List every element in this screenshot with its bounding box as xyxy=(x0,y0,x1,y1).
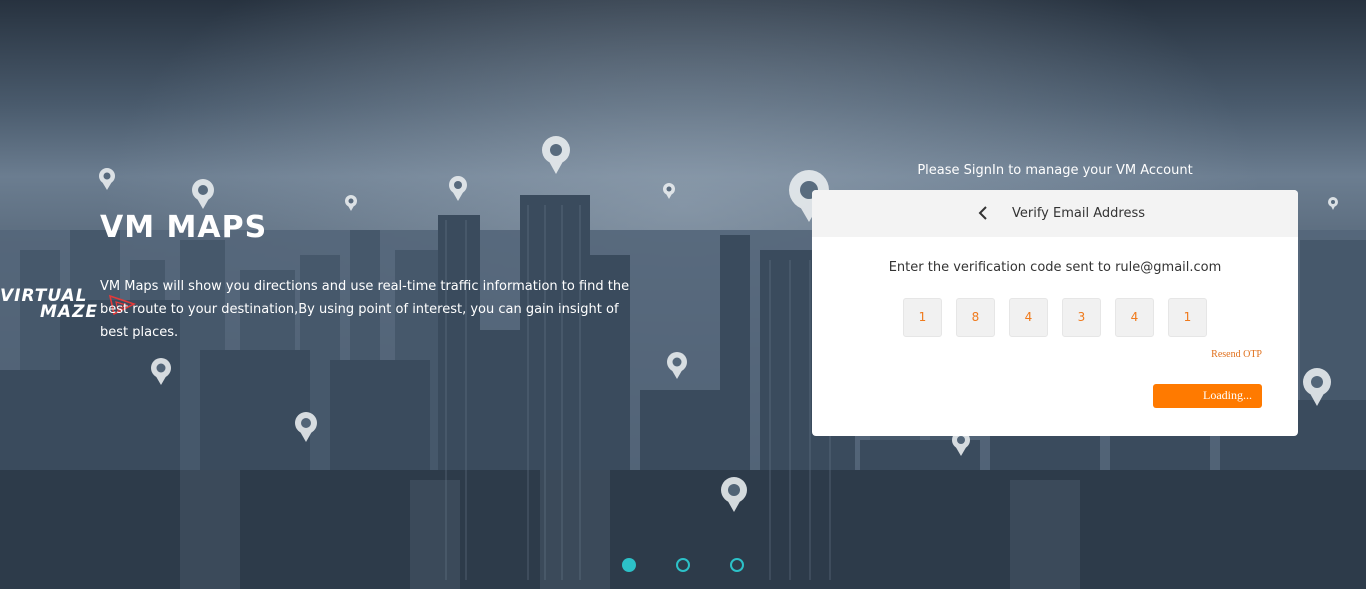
chevron-left-icon xyxy=(978,206,987,220)
carousel-dot-1[interactable] xyxy=(622,558,636,572)
otp-digit-4[interactable]: 3 xyxy=(1062,298,1101,337)
carousel-dot-2[interactable] xyxy=(676,558,690,572)
submit-button[interactable]: Loading... xyxy=(1153,384,1262,408)
card-header: Verify Email Address xyxy=(812,190,1298,237)
carousel-indicators xyxy=(620,558,750,574)
signin-caption: Please SignIn to manage your VM Account xyxy=(917,163,1193,178)
otp-digit-5[interactable]: 4 xyxy=(1115,298,1154,337)
resend-otp-link[interactable]: Resend OTP xyxy=(1211,349,1262,360)
otp-digit-2[interactable]: 8 xyxy=(956,298,995,337)
otp-digit-6[interactable]: 1 xyxy=(1168,298,1207,337)
otp-digit-3[interactable]: 4 xyxy=(1009,298,1048,337)
carousel-dot-3[interactable] xyxy=(730,558,744,572)
hero-description: VM Maps will show you directions and use… xyxy=(100,279,630,340)
card-title: Verify Email Address xyxy=(1012,206,1145,221)
verification-instruction: Enter the verification code sent to rule… xyxy=(888,260,1222,275)
otp-digit-1[interactable]: 1 xyxy=(903,298,942,337)
back-button[interactable] xyxy=(972,202,994,224)
logo-text-line2: MAZE xyxy=(40,302,99,322)
hero-title: VM MAPS xyxy=(100,210,268,245)
verify-email-card: Verify Email Address Enter the verificat… xyxy=(812,190,1298,436)
